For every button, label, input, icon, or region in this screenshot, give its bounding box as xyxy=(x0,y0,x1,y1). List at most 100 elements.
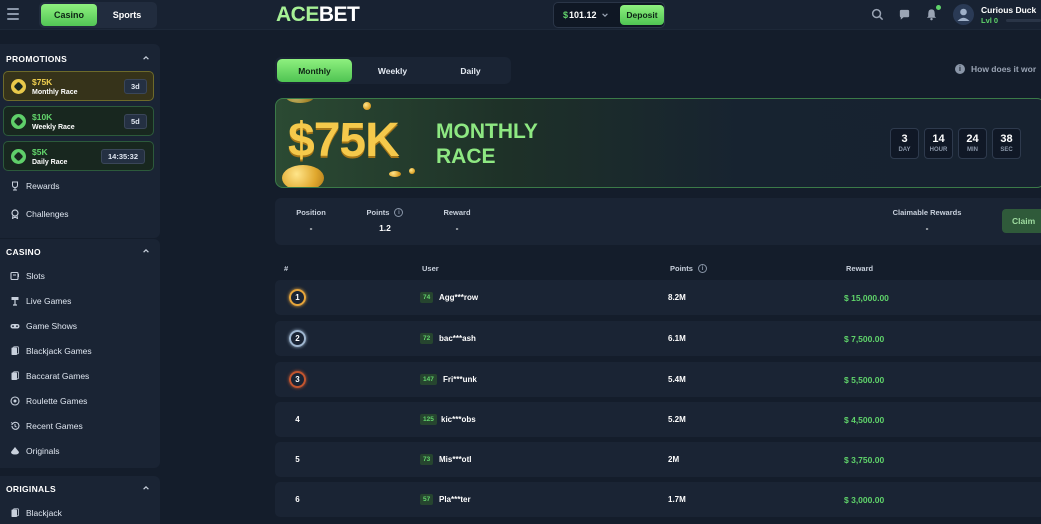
stat-value: - xyxy=(455,223,459,233)
stat-value: - xyxy=(925,223,929,233)
user-name[interactable]: Mis***otl xyxy=(439,455,471,464)
race-badge-icon xyxy=(11,149,26,164)
countdown-minutes: 24 MIN xyxy=(958,128,987,159)
race-banner: $75K MONTHLY RACE 3 DAY 14 HOUR 24 MIN 3… xyxy=(275,98,1041,188)
sidebar-item-baccarat-games[interactable]: Baccarat Games xyxy=(10,369,89,383)
blackjack-icon xyxy=(11,346,19,355)
how-it-works-link[interactable]: i How does it wor xyxy=(955,64,1036,74)
wallet-balance[interactable]: $101.12 xyxy=(563,10,597,20)
avatar[interactable] xyxy=(953,4,974,25)
countdown-value: 38 xyxy=(1000,133,1013,145)
info-icon[interactable]: i xyxy=(697,264,707,273)
user-reward: $ 3,750.00 xyxy=(844,455,885,465)
user-level-badge: 72 xyxy=(420,333,434,344)
sidebar-item-label: Roulette Games xyxy=(26,396,88,406)
sidebar-item-label: Challenges xyxy=(26,209,69,219)
trophy-icon xyxy=(12,181,18,191)
bell-icon[interactable] xyxy=(925,8,938,21)
race-time-badge: 14:35:32 xyxy=(101,149,146,164)
stat-label: Claimable Rewards xyxy=(892,208,962,217)
race-badge-icon xyxy=(11,79,26,94)
countdown-unit: MIN xyxy=(967,147,978,153)
chevron-up-icon[interactable] xyxy=(142,54,150,62)
baccarat-icon xyxy=(11,371,19,380)
casino-section: CASINO Slots Live Games Game Shows Black… xyxy=(0,239,160,468)
originals-icon xyxy=(11,447,19,455)
race-title-line: RACE xyxy=(436,145,496,168)
sidebar-item-challenges[interactable]: Challenges xyxy=(10,207,69,221)
tab-monthly[interactable]: Monthly xyxy=(277,59,352,82)
sidebar-item-blackjack[interactable]: Blackjack xyxy=(10,506,62,520)
user-level-badge: 57 xyxy=(420,494,434,505)
race-amount: $10K xyxy=(32,112,53,122)
tab-daily[interactable]: Daily xyxy=(433,59,508,82)
user-reward: $ 7,500.00 xyxy=(844,334,885,344)
user-level-badge: 74 xyxy=(420,292,434,303)
rank-badge: 3 xyxy=(289,371,306,388)
deposit-button[interactable]: Deposit xyxy=(620,5,664,25)
sidebar-item-label: Live Games xyxy=(26,296,72,306)
tab-weekly[interactable]: Weekly xyxy=(355,59,430,82)
weekly-race-item[interactable]: $10K Weekly Race 5d xyxy=(3,106,154,136)
sidebar-item-live-games[interactable]: Live Games xyxy=(10,294,71,308)
originals-heading: ORIGINALS xyxy=(6,484,56,494)
info-icon[interactable]: i xyxy=(394,208,404,217)
chevron-down-icon[interactable] xyxy=(601,11,609,19)
countdown-value: 24 xyxy=(966,133,979,145)
coin-decoration xyxy=(409,168,415,174)
challenge-icon xyxy=(11,209,19,219)
promotions-section: PROMOTIONS $75K Monthly Race 3d $10K Wee… xyxy=(0,44,160,238)
chevron-up-icon[interactable] xyxy=(142,484,150,492)
leaderboard-row: 3 147 Fri***unk 5.4M $ 5,500.00 xyxy=(275,362,1041,397)
sidebar-item-label: Originals xyxy=(26,446,60,456)
monthly-race-item[interactable]: $75K Monthly Race 3d xyxy=(3,71,154,101)
user-points: 8.2M xyxy=(668,293,686,302)
casino-tab[interactable]: Casino xyxy=(41,4,97,26)
sidebar-item-recent-games[interactable]: Recent Games xyxy=(10,419,83,433)
race-time-badge: 5d xyxy=(124,114,147,129)
race-prize-amount: $75K xyxy=(288,114,400,167)
live-games-icon xyxy=(11,297,19,306)
sports-tab[interactable]: Sports xyxy=(99,4,155,26)
coin-decoration xyxy=(286,99,314,103)
sidebar-item-label: Slots xyxy=(26,271,45,281)
daily-race-item[interactable]: $5K Daily Race 14:35:32 xyxy=(3,141,154,171)
sidebar-item-originals[interactable]: Originals xyxy=(10,444,60,458)
race-amount: $75K xyxy=(32,77,53,87)
chat-icon[interactable] xyxy=(898,8,911,21)
chevron-up-icon[interactable] xyxy=(142,247,150,255)
stat-label: Position xyxy=(296,208,326,217)
user-name[interactable]: bac***ash xyxy=(439,334,476,343)
top-bar: Casino Sports ACEBET $101.12 Deposit Cur… xyxy=(0,0,1041,30)
countdown-value: 3 xyxy=(901,133,908,145)
user-name[interactable]: Agg***row xyxy=(439,293,478,302)
menu-icon[interactable] xyxy=(7,8,19,20)
countdown-unit: SEC xyxy=(1000,147,1013,153)
column-header-user: User xyxy=(422,264,439,273)
user-name[interactable]: kic***obs xyxy=(441,415,476,424)
race-name: Monthly Race xyxy=(32,89,78,96)
countdown-seconds: 38 SEC xyxy=(992,128,1021,159)
race-time-badge: 3d xyxy=(124,79,147,94)
column-header-label: Points xyxy=(670,264,693,273)
countdown-hours: 14 HOUR xyxy=(924,128,953,159)
claim-button[interactable]: Claim xyxy=(1002,209,1041,233)
user-points: 5.2M xyxy=(668,415,686,424)
user-name[interactable]: Fri***unk xyxy=(443,375,477,384)
countdown-unit: DAY xyxy=(898,147,911,153)
sidebar-item-roulette-games[interactable]: Roulette Games xyxy=(10,394,87,408)
logo[interactable]: ACEBET xyxy=(276,3,360,27)
user-name[interactable]: Curious Duck xyxy=(981,5,1036,15)
search-icon[interactable] xyxy=(871,8,884,21)
sidebar-item-rewards[interactable]: Rewards xyxy=(10,179,60,193)
user-level-badge: 125 xyxy=(420,414,437,425)
sidebar-item-slots[interactable]: Slots xyxy=(10,269,45,283)
sidebar-item-game-shows[interactable]: Game Shows xyxy=(10,319,77,333)
sidebar-item-blackjack-games[interactable]: Blackjack Games xyxy=(10,344,92,358)
coin-decoration xyxy=(282,165,324,187)
race-stats-panel: Position - Points i 1.2 Reward - Claimabl… xyxy=(275,198,1041,245)
coin-decoration xyxy=(389,171,401,177)
leaderboard-row: 1 74 Agg***row 8.2M $ 15,000.00 xyxy=(275,280,1041,315)
user-name[interactable]: Pla***ter xyxy=(439,495,471,504)
stat-label: Points i xyxy=(363,208,407,217)
